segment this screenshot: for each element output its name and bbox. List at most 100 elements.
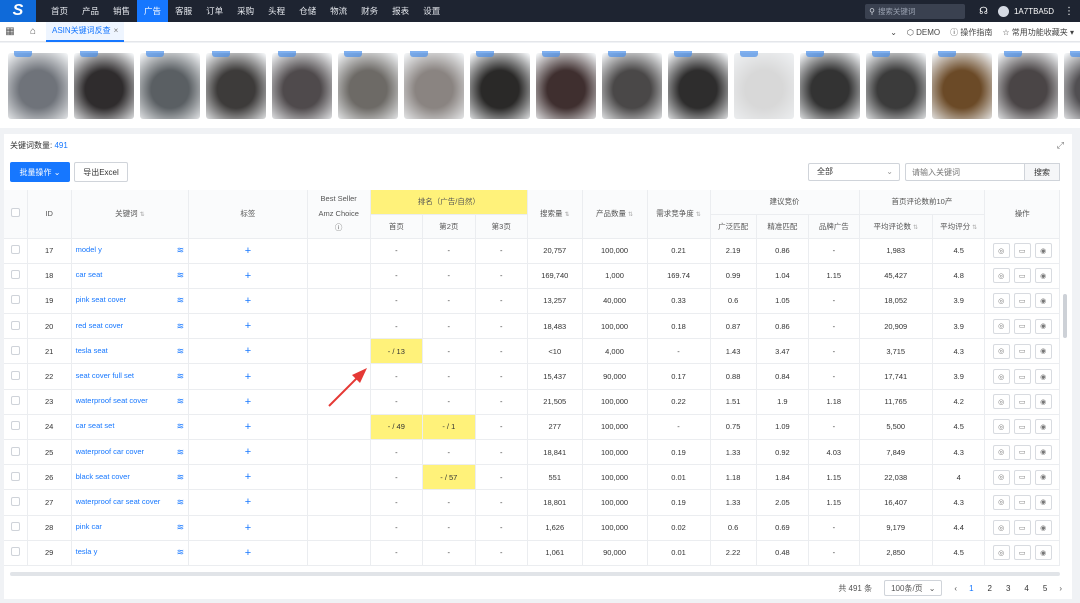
product-thumbnail[interactable] [140, 50, 200, 119]
settings-icon[interactable]: ◉ [1034, 243, 1052, 259]
add-tag-icon[interactable]: + [245, 345, 251, 357]
cell-tag[interactable]: + [188, 238, 308, 264]
layers-icon[interactable]: ≋ [177, 522, 185, 533]
table-row[interactable]: 29 tesla y ≋ + - - -1,061 90,000 0.01 2.22 0.48-2,… [4, 540, 1060, 566]
row-checkbox[interactable] [4, 489, 28, 516]
product-thumbnail[interactable] [866, 50, 926, 119]
row-checkbox[interactable] [4, 313, 28, 340]
export-excel-button[interactable]: 导出Excel [74, 162, 128, 182]
app-logo[interactable]: S [0, 0, 36, 22]
table-row[interactable]: 26 black seat cover ≋ + - - / 57-551 100,000 0.… [4, 464, 1060, 491]
col-avg-reviews[interactable]: 平均评论数 ⇅ [859, 214, 933, 239]
next-page-icon[interactable]: › [1059, 584, 1062, 593]
prev-page-icon[interactable]: ‹ [954, 584, 957, 593]
settings-icon[interactable]: ◉ [1034, 394, 1052, 410]
col-demand[interactable]: 需求竞争度 ⇅ [647, 190, 711, 239]
layers-icon[interactable]: ≋ [177, 396, 185, 407]
home-icon[interactable]: ⌂ [20, 26, 46, 37]
cell-keyword[interactable]: waterproof seat cover ≋ [71, 389, 190, 415]
chart-icon[interactable]: ▭ [1013, 545, 1031, 561]
select-all-checkbox[interactable] [4, 190, 28, 239]
chart-icon[interactable]: ▭ [1013, 343, 1031, 359]
cell-keyword[interactable]: pink seat cover ≋ [71, 288, 190, 315]
row-checkbox[interactable] [4, 238, 28, 264]
cell-keyword[interactable]: tesla seat ≋ [71, 338, 190, 365]
product-thumbnail[interactable] [404, 50, 464, 119]
table-row[interactable]: 28 pink car ≋ + - - -1,626 100,000 0.02 0.6 0.69-9… [4, 515, 1060, 541]
page-number[interactable]: 3 [1006, 584, 1010, 593]
page-number[interactable]: 1 [969, 584, 973, 593]
chart-icon[interactable]: ▭ [1013, 268, 1031, 284]
row-checkbox[interactable] [4, 389, 28, 415]
add-tag-icon[interactable]: + [245, 396, 251, 408]
add-tag-icon[interactable]: + [245, 295, 251, 307]
add-tag-icon[interactable]: + [245, 320, 251, 332]
cell-tag[interactable]: + [188, 439, 308, 466]
favorites-menu[interactable]: ☆ 常用功能收藏夹 ▾ [1002, 27, 1074, 38]
layers-icon[interactable]: ≋ [177, 497, 185, 508]
sort-icon[interactable]: ⇅ [564, 212, 569, 218]
table-row[interactable]: 25 waterproof car cover ≋ + - - -18,841 100,000… [4, 439, 1060, 466]
view-icon[interactable]: ◎ [992, 243, 1010, 259]
search-button[interactable]: 搜索 [1024, 163, 1060, 181]
table-row[interactable]: 24 car seat set ≋ + - / 49- / 1-277 100,000-0… [4, 414, 1060, 441]
product-thumbnail[interactable] [602, 50, 662, 119]
add-tag-icon[interactable]: + [245, 547, 251, 559]
menu-item[interactable]: 广告 [137, 0, 169, 22]
cell-keyword[interactable]: car seat ≋ [71, 263, 190, 289]
cell-keyword[interactable]: waterproof car seat cover ≋ [71, 489, 190, 516]
product-thumbnail[interactable] [998, 50, 1058, 119]
cell-keyword[interactable]: model y ≋ [71, 238, 190, 264]
add-tag-icon[interactable]: + [245, 446, 251, 458]
table-row[interactable]: 22 seat cover full set ≋ + - - -15,437 90,000 0.… [4, 363, 1060, 390]
add-tag-icon[interactable]: + [245, 245, 251, 257]
view-icon[interactable]: ◎ [992, 343, 1010, 359]
expand-icon[interactable]: ⤢ [1057, 140, 1064, 151]
chevron-down-icon[interactable]: ⌄ [890, 28, 897, 37]
sort-icon[interactable]: ⇅ [913, 225, 918, 231]
cell-keyword[interactable]: pink car ≋ [71, 515, 190, 541]
apps-grid-icon[interactable]: ▦ [0, 26, 20, 37]
page-number[interactable]: 4 [1024, 584, 1028, 593]
chart-icon[interactable]: ▭ [1013, 444, 1031, 460]
layers-icon[interactable]: ≋ [177, 270, 185, 281]
chart-icon[interactable]: ▭ [1013, 394, 1031, 410]
chart-icon[interactable]: ▭ [1013, 318, 1031, 334]
chart-icon[interactable]: ▭ [1013, 494, 1031, 510]
cell-keyword[interactable]: waterproof car cover ≋ [71, 439, 190, 466]
cell-tag[interactable]: + [188, 464, 308, 491]
chart-icon[interactable]: ▭ [1013, 419, 1031, 435]
product-thumbnail[interactable] [800, 50, 860, 119]
col-keyword[interactable]: 关键词 ⇅ [71, 190, 190, 239]
layers-icon[interactable]: ≋ [177, 245, 185, 256]
table-row[interactable]: 19 pink seat cover ≋ + - - -13,257 40,000 0.33 0.… [4, 288, 1060, 315]
cell-keyword[interactable]: red seat cover ≋ [71, 313, 190, 340]
chart-icon[interactable]: ▭ [1013, 520, 1031, 536]
view-icon[interactable]: ◎ [992, 419, 1010, 435]
sort-icon[interactable]: ⇅ [696, 212, 701, 218]
layers-icon[interactable]: ≋ [177, 295, 185, 306]
settings-icon[interactable]: ◉ [1034, 494, 1052, 510]
table-row[interactable]: 27 waterproof car seat cover ≋ + - - -18,801 10… [4, 489, 1060, 516]
cell-tag[interactable]: + [188, 363, 308, 390]
menu-item[interactable]: 财务 [354, 0, 385, 22]
cell-keyword[interactable]: seat cover full set ≋ [71, 363, 190, 390]
menu-item[interactable]: 报表 [385, 0, 416, 22]
view-icon[interactable]: ◎ [992, 469, 1010, 485]
menu-item[interactable]: 首页 [44, 0, 75, 22]
layers-icon[interactable]: ≋ [177, 371, 185, 382]
view-icon[interactable]: ◎ [992, 494, 1010, 510]
row-checkbox[interactable] [4, 338, 28, 365]
demo-switch[interactable]: ⬡ DEMO [907, 28, 940, 37]
cell-tag[interactable]: + [188, 338, 308, 365]
layers-icon[interactable]: ≋ [177, 346, 185, 357]
view-icon[interactable]: ◎ [992, 444, 1010, 460]
view-icon[interactable]: ◎ [992, 369, 1010, 385]
horizontal-scrollbar[interactable] [10, 572, 1060, 576]
add-tag-icon[interactable]: + [245, 522, 251, 534]
cell-tag[interactable]: + [188, 389, 308, 415]
row-checkbox[interactable] [4, 263, 28, 289]
table-row[interactable]: 21 tesla seat ≋ + - / 13- - <10 4,000-1.43 3.47-… [4, 338, 1060, 365]
table-row[interactable]: 20 red seat cover ≋ + - - -18,483 100,000 0.18 0.… [4, 313, 1060, 340]
settings-icon[interactable]: ◉ [1034, 318, 1052, 334]
